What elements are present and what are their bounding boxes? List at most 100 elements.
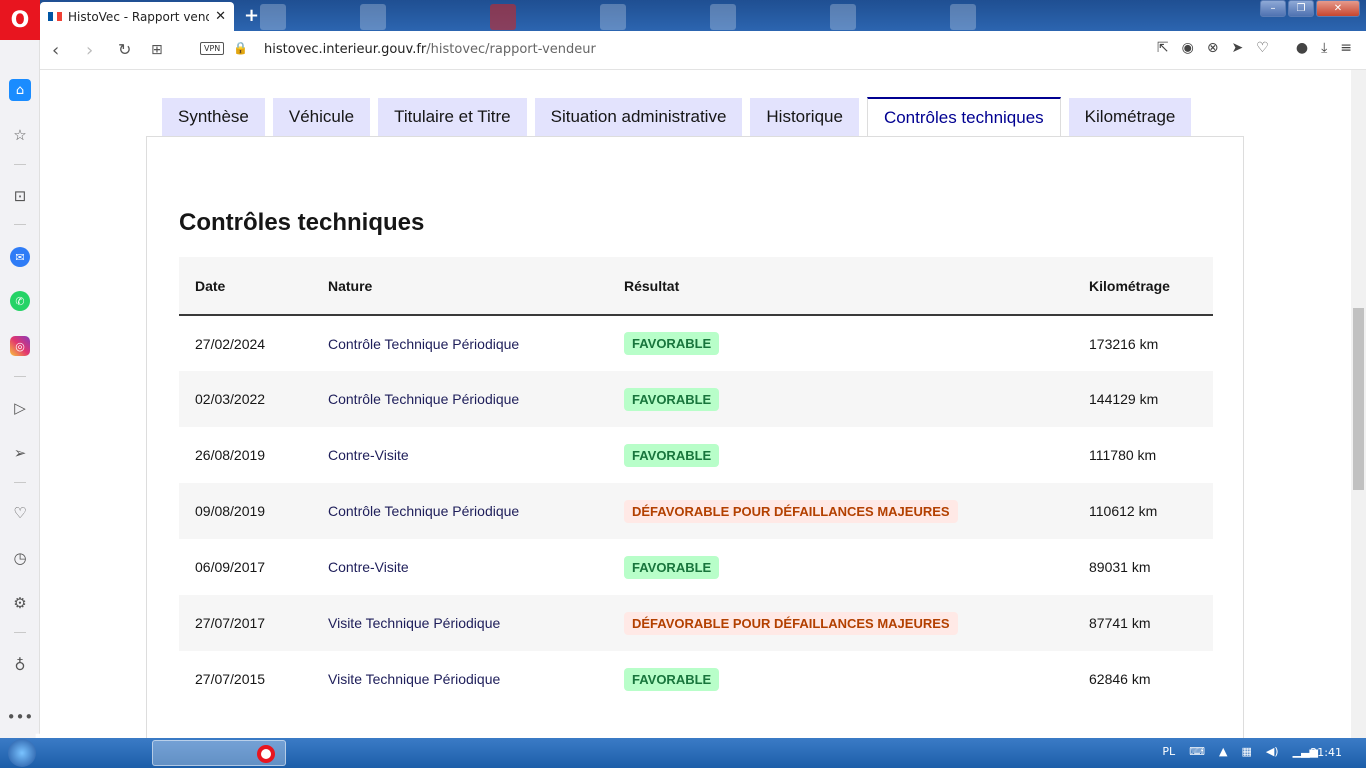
tray-up-icon[interactable]: ▲ bbox=[1219, 745, 1227, 758]
cell-km: 144129 km bbox=[1089, 391, 1159, 407]
start-button[interactable] bbox=[8, 739, 36, 767]
favorites-heart-icon[interactable]: ♡ bbox=[9, 502, 31, 524]
cell-result: FAVORABLE bbox=[608, 427, 1073, 483]
table-row: 27/07/2015 Visite Technique Périodique FAV… bbox=[179, 651, 1213, 707]
cell-date: 26/08/2019 bbox=[195, 447, 266, 463]
menu-icon[interactable]: ≡ bbox=[1340, 40, 1352, 56]
camera-icon[interactable]: ◉ bbox=[1182, 40, 1194, 56]
network-icon[interactable]: ▦ bbox=[1241, 745, 1251, 758]
cell-result: DÉFAVORABLE POUR DÉFAILLANCES MAJEURES bbox=[608, 595, 1073, 651]
address-bar-row: ‹ › ↻ ⊞ VPN 🔒 histovec.interieur.gouv.fr… bbox=[40, 31, 1366, 70]
reload-icon[interactable]: ↻ bbox=[118, 40, 131, 59]
window-controls: – ❐ ✕ bbox=[1260, 0, 1360, 17]
cell-result: FAVORABLE bbox=[608, 651, 1073, 707]
star-icon[interactable]: ☆ bbox=[9, 124, 31, 146]
cell-date: 27/07/2017 bbox=[195, 615, 266, 631]
page-scrollbar[interactable] bbox=[1351, 70, 1366, 738]
share-icon[interactable]: ⇱ bbox=[1157, 40, 1169, 56]
france-flag-icon bbox=[48, 12, 63, 21]
tabs-grid-icon[interactable]: ⊞ bbox=[151, 42, 163, 58]
scrollbar-thumb[interactable] bbox=[1353, 308, 1364, 490]
minimize-button[interactable]: – bbox=[1260, 0, 1286, 17]
cell-km: 87741 km bbox=[1089, 615, 1151, 631]
heart-icon[interactable]: ♡ bbox=[1256, 40, 1269, 56]
cell-km: 62846 km bbox=[1089, 671, 1151, 687]
vpn-badge[interactable]: VPN bbox=[200, 42, 225, 55]
system-tray: PL ⌨ ▲ ▦ ◀) ▁▃▅ bbox=[1162, 745, 1318, 758]
status-badge: FAVORABLE bbox=[624, 387, 720, 411]
cell-km: 110612 km bbox=[1089, 503, 1158, 519]
taskbar-opera[interactable] bbox=[152, 740, 286, 766]
status-badge: DÉFAVORABLE POUR DÉFAILLANCES MAJEURES bbox=[624, 611, 958, 635]
url-path: /histovec/rapport-vendeur bbox=[426, 42, 596, 57]
close-window-button[interactable]: ✕ bbox=[1316, 0, 1360, 17]
header-km: Kilométrage bbox=[1089, 277, 1170, 294]
url-host: histovec.interieur.gouv.fr bbox=[264, 42, 427, 57]
download-icon[interactable]: ⤓ bbox=[1321, 40, 1327, 56]
shopping-bag-icon[interactable]: ⊡ bbox=[9, 185, 31, 207]
tab-panel: Contrôles techniques Date Nature Résulta… bbox=[146, 136, 1244, 738]
cell-date: 06/09/2017 bbox=[195, 559, 266, 575]
cell-date: 27/02/2024 bbox=[195, 335, 266, 352]
tab-kilom-trage[interactable]: Kilométrage bbox=[1068, 98, 1192, 136]
forward-icon[interactable]: › bbox=[86, 40, 93, 61]
tab-close-icon[interactable]: ✕ bbox=[215, 9, 226, 24]
toolbar-right: ⇱ ◉ ⊗ ➤ ♡ ● ⤓ ≡ bbox=[1157, 40, 1352, 56]
more-icon[interactable]: ••• bbox=[7, 706, 34, 728]
table-header-row: Date Nature Résultat Kilométrage bbox=[179, 257, 1213, 315]
cell-nature: Visite Technique Périodique bbox=[328, 615, 501, 631]
home-icon[interactable]: ⌂ bbox=[9, 79, 31, 101]
lock-icon[interactable]: 🔒 bbox=[233, 41, 248, 55]
browser-tab-active[interactable]: HistoVec - Rapport vendeur ✕ bbox=[40, 2, 234, 31]
cell-nature: Contrôle Technique Périodique bbox=[328, 391, 520, 407]
history-clock-icon[interactable]: ◷ bbox=[9, 547, 31, 569]
volume-icon[interactable]: ◀) bbox=[1266, 745, 1279, 758]
browser-sidebar: ⌂ ☆ ⊡ ✉ ✆ ◎ ▷ ➢ ♡ ◷ ⚙ ♁ ••• bbox=[0, 40, 40, 738]
url-field[interactable]: histovec.interieur.gouv.fr/histovec/rapp… bbox=[264, 42, 596, 57]
tips-bulb-icon[interactable]: ♁ bbox=[9, 654, 31, 676]
opera-logo-icon[interactable]: O bbox=[0, 0, 40, 40]
opera-taskbar-icon bbox=[257, 745, 275, 763]
desktop-icons-strip bbox=[260, 4, 1160, 30]
cell-nature: Visite Technique Périodique bbox=[328, 671, 501, 687]
report-tabs: Synthèse Véhicule Titulaire et Titre Situat… bbox=[162, 97, 1192, 137]
status-badge: DÉFAVORABLE POUR DÉFAILLANCES MAJEURES bbox=[624, 499, 958, 523]
tab-situation-administrative[interactable]: Situation administrative bbox=[534, 98, 743, 136]
send-icon[interactable]: ➤ bbox=[1232, 40, 1244, 56]
profile-icon[interactable]: ● bbox=[1296, 40, 1308, 56]
player-icon[interactable]: ▷ bbox=[9, 397, 31, 419]
cell-km: 111780 km bbox=[1089, 447, 1157, 463]
cell-nature: Contrôle Technique Périodique bbox=[328, 335, 520, 352]
cell-result: FAVORABLE bbox=[608, 315, 1073, 371]
tab-contr-les-techniques[interactable]: Contrôles techniques bbox=[866, 97, 1061, 137]
instagram-icon[interactable]: ◎ bbox=[10, 336, 30, 356]
cell-result: DÉFAVORABLE POUR DÉFAILLANCES MAJEURES bbox=[608, 483, 1073, 539]
settings-gear-icon[interactable]: ⚙ bbox=[9, 592, 31, 614]
table-row: 27/02/2024 Contrôle Technique Périodique F… bbox=[179, 315, 1213, 371]
cell-km: 173216 km bbox=[1089, 335, 1159, 352]
tab-titulaire-et-titre[interactable]: Titulaire et Titre bbox=[378, 98, 527, 136]
new-tab-button[interactable]: + bbox=[244, 5, 259, 26]
cell-result: FAVORABLE bbox=[608, 371, 1073, 427]
language-indicator[interactable]: PL bbox=[1162, 745, 1175, 758]
cell-km: 89031 km bbox=[1089, 559, 1151, 575]
table-row: 02/03/2022 Contrôle Technique Périodique F… bbox=[179, 371, 1213, 427]
cell-nature: Contre-Visite bbox=[328, 447, 409, 463]
cell-result: FAVORABLE bbox=[608, 539, 1073, 595]
back-icon[interactable]: ‹ bbox=[52, 40, 59, 61]
controls-table: Date Nature Résultat Kilométrage 27/02/2… bbox=[179, 257, 1213, 707]
maximize-button[interactable]: ❐ bbox=[1288, 0, 1314, 17]
cell-date: 02/03/2022 bbox=[195, 391, 266, 407]
header-nature: Nature bbox=[328, 277, 373, 294]
section-title: Contrôles techniques bbox=[179, 209, 425, 236]
send-icon[interactable]: ➢ bbox=[9, 442, 31, 464]
messenger-icon[interactable]: ✉ bbox=[10, 247, 30, 267]
clock[interactable]: 21:41 bbox=[1310, 746, 1342, 759]
keyboard-icon[interactable]: ⌨ bbox=[1189, 745, 1205, 758]
tab-synth-se[interactable]: Synthèse bbox=[162, 98, 265, 136]
cell-date: 09/08/2019 bbox=[195, 503, 266, 519]
tab-historique[interactable]: Historique bbox=[750, 98, 859, 136]
adblock-icon[interactable]: ⊗ bbox=[1207, 40, 1219, 56]
tab-v-hicule[interactable]: Véhicule bbox=[272, 98, 371, 136]
whatsapp-icon[interactable]: ✆ bbox=[10, 291, 30, 311]
